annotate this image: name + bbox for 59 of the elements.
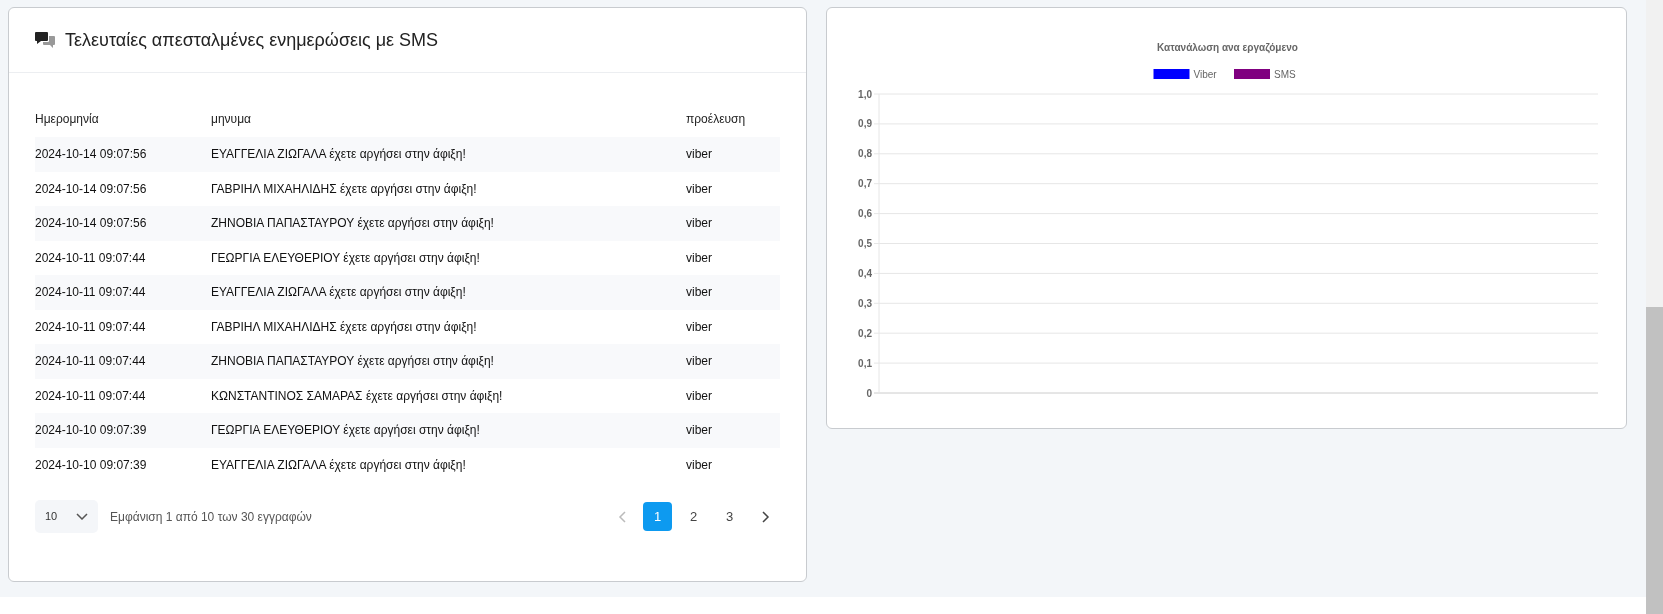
table-cell: 2024-10-11 09:07:44 (35, 319, 146, 334)
card-title: Τελευταίες απεσταλμένες ενημερώσεις με SMS (65, 28, 439, 52)
table-cell: 2024-10-11 09:07:44 (35, 250, 146, 265)
table-cell: 2024-10-10 09:07:39 (35, 457, 147, 472)
table-cell: viber (686, 147, 712, 162)
chart-title: Κατανάλωση ανα εργαζόμενο (1157, 42, 1298, 53)
table-cell: ΚΩΝΣΤΑΝΤΙΝΟΣ ΣΑΜΑΡΑΣ έχετε αργήσει στην άφιξη! (211, 388, 503, 403)
chevron-down-icon (76, 513, 88, 520)
table-cell: 2024-10-10 09:07:39 (35, 423, 147, 438)
previous-page-icon[interactable] (617, 510, 626, 523)
legend-swatch[interactable] (1153, 69, 1190, 79)
y-tick-label: 1,0 (858, 88, 872, 100)
table-cell: viber (686, 181, 712, 196)
page-button[interactable]: 3 (715, 502, 744, 531)
y-tick-label: 0,1 (858, 357, 872, 369)
table-cell: 2024-10-14 09:07:56 (35, 181, 147, 196)
next-page-icon[interactable] (761, 510, 770, 523)
table-cell: viber (686, 319, 712, 334)
y-tick-label: 0,5 (858, 238, 872, 249)
y-tick-label: 0,8 (858, 148, 872, 160)
chat-bubbles-icon (35, 31, 55, 49)
table-cell: ΖΗΝΟΒΙΑ ΠΑΠΑΣΤΑΥΡΟΥ έχετε αργήσει στην άφιξη! (211, 354, 494, 369)
y-tick-label: 0,6 (858, 208, 872, 220)
page-button[interactable]: 2 (679, 502, 708, 531)
table-cell: viber (686, 285, 712, 300)
legend-label[interactable]: Viber (1193, 69, 1217, 80)
table-cell: ΕΥΑΓΓΕΛΙΑ ΖΙΩΓΑΛΑ έχετε αργήσει στην άφιξη! (211, 285, 466, 300)
legend-swatch[interactable] (1234, 69, 1270, 79)
table-cell: 2024-10-11 09:07:44 (35, 354, 146, 369)
y-tick-label: 0,4 (858, 267, 872, 279)
table-cell: viber (686, 423, 712, 438)
column-header[interactable]: προέλευση (686, 112, 746, 126)
table-cell: ΓΕΩΡΓΙΑ ΕΛΕΥΘΕΡΙΟΥ έχετε αργήσει στην άφιξη! (211, 423, 480, 438)
table-cell: viber (686, 388, 712, 403)
table-cell: ΕΥΑΓΓΕΛΙΑ ΖΙΩΓΑΛΑ έχετε αργήσει στην άφιξη! (211, 457, 466, 472)
table-cell: ΕΥΑΓΓΕΛΙΑ ΖΙΩΓΑΛΑ έχετε αργήσει στην άφιξη! (211, 147, 466, 162)
table-cell: viber (686, 457, 712, 472)
legend-label[interactable]: SMS (1274, 69, 1296, 80)
y-tick-label: 0,3 (858, 297, 872, 309)
table-cell: ΓΑΒΡΙΗΛ ΜΙΧΑΗΛΙΔΗΣ έχετε αργήσει στην άφιξη! (211, 181, 477, 196)
y-tick-label: 0,2 (858, 327, 872, 339)
table-cell: ΖΗΝΟΒΙΑ ΠΑΠΑΣΤΑΥΡΟΥ έχετε αργήσει στην άφιξη! (211, 216, 494, 231)
table-cell: ΓΑΒΡΙΗΛ ΜΙΧΑΗΛΙΔΗΣ έχετε αργήσει στην άφιξη! (211, 319, 477, 334)
y-tick-label: 0,9 (858, 118, 872, 130)
table-cell: 2024-10-14 09:07:56 (35, 147, 147, 162)
records-info: Εμφάνιση 1 από 10 των 30 εγγραφών (110, 508, 312, 526)
table-cell: 2024-10-11 09:07:44 (35, 285, 146, 300)
table-cell: viber (686, 216, 712, 231)
page-size-select[interactable]: 10 (35, 500, 98, 533)
column-header[interactable]: Ημερομηνία (35, 112, 99, 126)
table-cell: 2024-10-11 09:07:44 (35, 388, 146, 403)
table-cell: viber (686, 354, 712, 369)
table-cell: 2024-10-14 09:07:56 (35, 216, 147, 231)
scrollbar-thumb[interactable] (1646, 307, 1663, 614)
y-tick-label: 0 (866, 387, 872, 399)
table-cell: viber (686, 250, 712, 265)
y-tick-label: 0,7 (858, 178, 872, 190)
column-header[interactable]: μηνυμα (211, 112, 251, 126)
table-cell: ΓΕΩΡΓΙΑ ΕΛΕΥΘΕΡΙΟΥ έχετε αργήσει στην άφιξη! (211, 250, 480, 265)
